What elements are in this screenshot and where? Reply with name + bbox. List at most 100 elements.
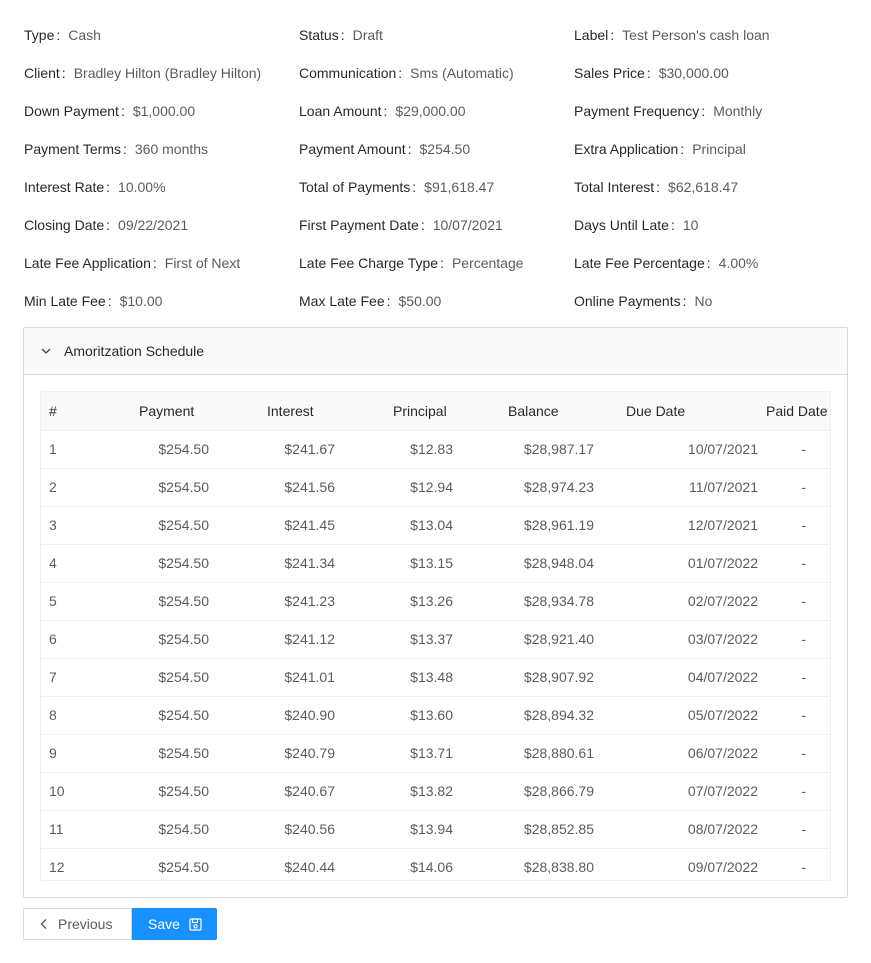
detail-colon: : xyxy=(106,217,111,233)
detail-label: Total of Payments xyxy=(299,179,411,195)
detail-item: Late Fee Percentage:4.00% xyxy=(574,244,849,282)
detail-value: $50.00 xyxy=(398,293,442,309)
table-row[interactable]: 1 $254.50 $241.67 $12.83 $28,987.17 10/07/202… xyxy=(41,430,830,469)
table-cell-col-principal: $12.83 xyxy=(343,430,461,469)
detail-colon: : xyxy=(656,179,661,195)
detail-item: Down Payment: $1,000.00 xyxy=(24,92,299,130)
table-cell-col-balance: $28,987.17 xyxy=(461,430,602,469)
table-row[interactable]: 2 $254.50 $241.56 $12.94 $28,974.23 11/07/202… xyxy=(41,468,830,507)
detail-item: Payment Terms:360 months xyxy=(24,130,299,168)
table-cell-col-index: 2 xyxy=(41,468,89,507)
table-row[interactable]: 12 $254.50 $240.44 $14.06 $28,838.80 09/07/20… xyxy=(41,848,830,880)
table-cell-col-interest: $241.12 xyxy=(217,620,343,659)
table-cell-col-balance: $28,961.19 xyxy=(461,506,602,545)
table-cell-col-paid-date: - xyxy=(766,506,830,545)
table-cell-col-paid-date: - xyxy=(766,810,830,849)
table-row[interactable]: 5 $254.50 $241.23 $13.26 $28,934.78 02/07/202… xyxy=(41,582,830,621)
table-cell-col-due-date: 03/07/2022 xyxy=(602,620,766,659)
table-cell-col-payment: $254.50 xyxy=(89,848,217,880)
detail-colon: : xyxy=(386,293,391,309)
detail-label: Label xyxy=(574,27,609,43)
table-cell-col-paid-date: - xyxy=(766,658,830,697)
detail-colon: : xyxy=(107,293,112,309)
amortization-table[interactable]: # Payment Interest Principal Balance Due Date… xyxy=(40,391,831,881)
detail-value: 4.00% xyxy=(718,255,759,271)
detail-colon: : xyxy=(120,103,125,119)
form-footer: Previous Save xyxy=(23,908,217,940)
detail-label: Type xyxy=(24,27,55,43)
detail-colon: : xyxy=(383,103,388,119)
table-cell-col-payment: $254.50 xyxy=(89,506,217,545)
detail-value: $1,000.00 xyxy=(132,103,196,119)
table-cell-col-interest: $241.56 xyxy=(217,468,343,507)
table-cell-col-index: 8 xyxy=(41,696,89,735)
detail-item: Communication: Sms (Automatic) xyxy=(299,54,574,92)
table-cell-col-due-date: 02/07/2022 xyxy=(602,582,766,621)
table-cell-col-index: 3 xyxy=(41,506,89,545)
detail-colon: : xyxy=(56,27,61,43)
table-cell-col-due-date: 04/07/2022 xyxy=(602,658,766,697)
detail-value: 10 xyxy=(682,217,699,233)
table-cell-col-paid-date: - xyxy=(766,620,830,659)
table-row[interactable]: 4 $254.50 $241.34 $13.15 $28,948.04 01/07/202… xyxy=(41,544,830,583)
save-button[interactable]: Save xyxy=(132,908,217,940)
table-cell-col-interest: $240.44 xyxy=(217,848,343,880)
table-cell-col-interest: $240.90 xyxy=(217,696,343,735)
detail-item: Label: Test Person's cash loan xyxy=(574,16,849,54)
table-cell-col-balance: $28,948.04 xyxy=(461,544,602,583)
table-cell-col-due-date: 08/07/2022 xyxy=(602,810,766,849)
detail-label: Payment Amount xyxy=(299,141,406,157)
detail-value: Principal xyxy=(692,141,746,157)
table-row[interactable]: 9 $254.50 $240.79 $13.71 $28,880.61 06/07/202… xyxy=(41,734,830,773)
chevron-left-icon xyxy=(39,918,49,930)
table-cell-col-payment: $254.50 xyxy=(89,772,217,811)
detail-value: Cash xyxy=(68,27,101,43)
table-header-col-paid-date: Paid Date xyxy=(766,392,830,431)
detail-colon: : xyxy=(123,141,127,157)
table-cell-col-interest: $241.23 xyxy=(217,582,343,621)
detail-item: Min Late Fee: $10.00 xyxy=(24,282,299,320)
table-cell-col-paid-date: - xyxy=(766,848,830,880)
table-cell-col-paid-date: - xyxy=(766,696,830,735)
table-cell-col-balance: $28,934.78 xyxy=(461,582,602,621)
detail-item: Closing Date:09/22/2021 xyxy=(24,206,299,244)
detail-item: Interest Rate:10.00% xyxy=(24,168,299,206)
table-cell-col-balance: $28,880.61 xyxy=(461,734,602,773)
detail-colon: : xyxy=(106,179,111,195)
amortization-panel-header[interactable]: Amoritzation Schedule xyxy=(24,328,847,375)
table-cell-col-payment: $254.50 xyxy=(89,620,217,659)
table-cell-col-interest: $241.45 xyxy=(217,506,343,545)
table-cell-col-due-date: 10/07/2021 xyxy=(602,430,766,469)
previous-button[interactable]: Previous xyxy=(23,908,132,940)
table-row[interactable]: 10 $254.50 $240.67 $13.82 $28,866.79 07/07/20… xyxy=(41,772,830,811)
detail-colon: : xyxy=(701,103,706,119)
detail-colon: : xyxy=(340,27,345,43)
table-cell-col-index: 1 xyxy=(41,430,89,469)
detail-item: Online Payments: No xyxy=(574,282,849,320)
table-cell-col-paid-date: - xyxy=(766,734,830,773)
detail-label: Status xyxy=(299,27,339,43)
table-row[interactable]: 3 $254.50 $241.45 $13.04 $28,961.19 12/07/202… xyxy=(41,506,830,545)
detail-label: Client xyxy=(24,65,60,81)
detail-label: Late Fee Charge Type xyxy=(299,255,439,271)
table-cell-col-balance: $28,894.32 xyxy=(461,696,602,735)
table-row[interactable]: 6 $254.50 $241.12 $13.37 $28,921.40 03/07/202… xyxy=(41,620,830,659)
chevron-down-icon xyxy=(40,345,52,357)
table-cell-col-principal: $13.82 xyxy=(343,772,461,811)
table-cell-col-principal: $12.94 xyxy=(343,468,461,507)
detail-label: Late Fee Percentage xyxy=(574,255,705,271)
detail-label: Interest Rate xyxy=(24,179,105,195)
table-cell-col-principal: $14.06 xyxy=(343,848,461,880)
table-cell-col-payment: $254.50 xyxy=(89,658,217,697)
detail-label: Down Payment xyxy=(24,103,119,119)
detail-item: Total of Payments: $91,618.47 xyxy=(299,168,574,206)
table-row[interactable]: 7 $254.50 $241.01 $13.48 $28,907.92 04/07/202… xyxy=(41,658,830,697)
detail-label: Sales Price xyxy=(574,65,645,81)
table-row[interactable]: 11 $254.50 $240.56 $13.94 $28,852.85 08/07/20… xyxy=(41,810,830,849)
table-cell-col-paid-date: - xyxy=(766,544,830,583)
table-row[interactable]: 8 $254.50 $240.90 $13.60 $28,894.32 05/07/202… xyxy=(41,696,830,735)
detail-label: Loan Amount xyxy=(299,103,382,119)
table-cell-col-interest: $240.79 xyxy=(217,734,343,773)
detail-value: $29,000.00 xyxy=(395,103,466,119)
table-cell-col-principal: $13.48 xyxy=(343,658,461,697)
